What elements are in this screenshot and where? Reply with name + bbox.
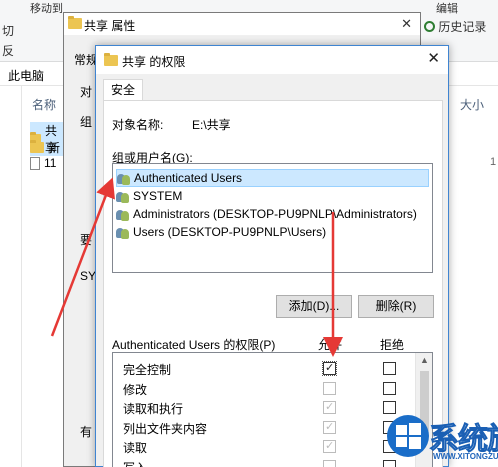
users-icon: [117, 172, 131, 185]
navigation-pane: [0, 86, 22, 467]
allow-checkbox[interactable]: [323, 400, 336, 414]
column-header-name[interactable]: 名称: [32, 96, 56, 113]
allow-header: 允许: [318, 338, 343, 352]
size-cell: 1: [490, 156, 497, 168]
label-side-1: 要: [80, 233, 93, 247]
object-name-value: E:\共享: [192, 118, 231, 132]
users-icon: [116, 190, 130, 203]
permission-name: 读取和执行: [123, 402, 184, 416]
user-name: Administrators (DESKTOP-PU9PNLP\Administ…: [133, 207, 417, 221]
permissions-title: 共享 的权限: [122, 55, 186, 69]
file-name: 11: [44, 156, 57, 170]
permission-name: 列出文件夹内容: [123, 421, 208, 436]
history-icon: [424, 21, 435, 32]
ribbon-cut[interactable]: 切: [2, 22, 14, 39]
permissions-header: Authenticated Users 的权限(P): [112, 338, 276, 352]
folder-icon: [104, 53, 118, 69]
user-name: Authenticated Users: [134, 171, 243, 185]
document-icon: [30, 156, 40, 170]
permissions-title-bar: 共享 的权限 ✕: [96, 46, 448, 74]
remove-button[interactable]: 删除(R): [358, 295, 434, 318]
allow-checkbox[interactable]: [323, 459, 336, 467]
close-icon[interactable]: ✕: [401, 16, 412, 32]
deny-checkbox[interactable]: [383, 381, 396, 395]
permission-name: 读取: [123, 441, 148, 455]
ribbon-history[interactable]: 历史记录: [424, 18, 486, 35]
ribbon-move-to[interactable]: 移动到: [30, 0, 63, 16]
user-name: SYSTEM: [133, 189, 183, 203]
ribbon-edit[interactable]: 编辑: [436, 0, 458, 16]
ribbon-invert[interactable]: 反: [2, 42, 14, 59]
file-row-new[interactable]: 新: [30, 139, 60, 156]
ribbon-history-label: 历史记录: [438, 20, 487, 34]
permissions-dialog: 共享 的权限 ✕ 安全 对象名称: E:\共享 组或用户名(G): Authen…: [95, 45, 449, 467]
address-text: 此电脑: [8, 69, 45, 83]
close-icon[interactable]: ✕: [427, 50, 440, 68]
file-name: 新: [48, 141, 61, 155]
allow-checkbox[interactable]: [323, 439, 336, 453]
properties-title-bar: 共享 属性 ✕: [64, 13, 420, 35]
watermark-url: WWW.XITONGZU.COM: [433, 452, 498, 461]
label-side-3: 有: [80, 425, 93, 439]
list-item[interactable]: Authenticated Users: [116, 169, 429, 187]
label-object: 对: [80, 85, 93, 99]
file-row-11[interactable]: 11: [30, 156, 56, 170]
label-side-2: SY: [80, 269, 97, 283]
user-name: Users (DESKTOP-PU9PNLP\Users): [133, 225, 327, 239]
allow-checkbox[interactable]: [323, 381, 336, 395]
folder-icon: [30, 140, 44, 153]
windows-logo-icon: [387, 415, 429, 457]
deny-header: 拒绝: [380, 338, 405, 352]
permission-name: 完全控制: [123, 363, 172, 377]
permission-name: 修改: [123, 382, 148, 397]
properties-title: 共享 属性: [84, 19, 136, 33]
object-name-label: 对象名称:: [112, 118, 164, 132]
allow-checkbox[interactable]: [322, 361, 337, 376]
column-header-size[interactable]: 大小: [460, 96, 484, 113]
deny-checkbox[interactable]: [383, 362, 396, 375]
permission-name: 写入: [123, 459, 147, 467]
list-item[interactable]: Administrators (DESKTOP-PU9PNLP\Administ…: [116, 205, 417, 223]
users-icon: [116, 226, 130, 239]
scroll-up-icon[interactable]: ▲: [420, 355, 429, 365]
watermark: 系统族 WWW.XITONGZU.COM: [385, 408, 498, 467]
users-icon: [116, 208, 130, 221]
label-group: 组: [80, 115, 93, 129]
allow-checkbox[interactable]: [323, 420, 336, 434]
folder-icon: [68, 16, 82, 32]
add-button[interactable]: 添加(D)...: [276, 295, 352, 318]
list-item[interactable]: Users (DESKTOP-PU9PNLP\Users): [116, 223, 326, 241]
user-list[interactable]: Authenticated Users SYSTEM Administrator…: [112, 163, 433, 273]
list-item[interactable]: SYSTEM: [116, 187, 182, 205]
tab-security[interactable]: 安全: [103, 79, 143, 101]
